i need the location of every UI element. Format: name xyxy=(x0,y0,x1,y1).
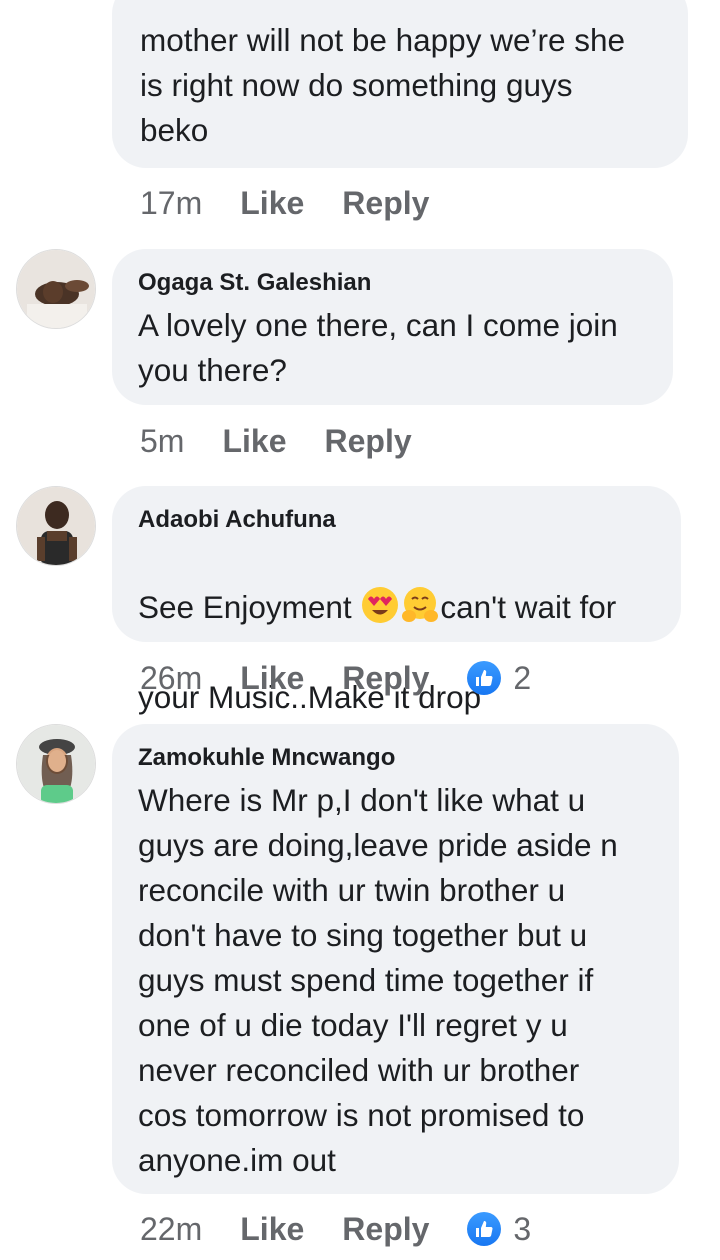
comment-author[interactable]: Ogaga St. Galeshian xyxy=(138,269,647,297)
comment-bubble[interactable]: Zamokuhle Mncwango Where is Mr p,I don't… xyxy=(112,724,679,1194)
comment-text: A lovely one there, can I come join you … xyxy=(138,307,618,388)
comment-text-segment: See Enjoyment xyxy=(138,589,361,625)
comment-text: mother will not be happy we’re she is ri… xyxy=(140,22,626,148)
comment-author[interactable]: Adaobi Achufuna xyxy=(138,506,655,534)
comment-text: Where is Mr p,I don't like what u guys a… xyxy=(138,782,618,1178)
reaction-count: 2 xyxy=(513,659,532,696)
thumbs-up-icon xyxy=(467,1212,502,1246)
comment-time: 22m xyxy=(140,1210,203,1247)
comment-time: 26m xyxy=(140,659,203,696)
comment-text-segment: can't wait for xyxy=(440,589,617,625)
comment-bubble[interactable]: mother will not be happy we’re she is ri… xyxy=(112,0,688,168)
heart-eyes-emoji xyxy=(362,587,399,623)
reaction-count: 3 xyxy=(513,1210,532,1247)
avatar[interactable] xyxy=(16,724,96,804)
reply-button[interactable]: Reply xyxy=(342,185,429,222)
reply-button[interactable]: Reply xyxy=(324,423,411,460)
comment-actions: 22m Like Reply 3 xyxy=(140,1209,531,1249)
hugging-emoji xyxy=(402,587,439,622)
comment-actions: 26m Like Reply 2 xyxy=(140,658,531,698)
like-button[interactable]: Like xyxy=(240,1211,304,1248)
reply-button[interactable]: Reply xyxy=(342,660,429,697)
comment-time: 17m xyxy=(140,184,203,221)
comment-bubble[interactable]: Ogaga St. Galeshian A lovely one there, … xyxy=(112,249,673,405)
like-button[interactable]: Like xyxy=(240,185,304,222)
reply-button[interactable]: Reply xyxy=(342,1211,429,1248)
avatar[interactable] xyxy=(16,486,96,566)
comment-bubble[interactable]: Adaobi Achufuna See Enjoyment can't wait… xyxy=(112,486,681,715)
reaction-summary[interactable]: 2 xyxy=(467,660,531,697)
like-button[interactable]: Like xyxy=(240,660,304,697)
thumbs-up-icon xyxy=(467,661,502,695)
avatar[interactable] xyxy=(16,249,96,329)
comments-thread: mother will not be happy we’re she is ri… xyxy=(0,0,720,1260)
like-button[interactable]: Like xyxy=(222,423,286,460)
comment-actions: 5m Like Reply xyxy=(140,421,450,461)
reaction-summary[interactable]: 3 xyxy=(467,1211,531,1248)
comment-time: 5m xyxy=(140,422,185,459)
comment-author[interactable]: Zamokuhle Mncwango xyxy=(138,744,653,772)
comment-actions: 17m Like Reply xyxy=(140,183,467,223)
